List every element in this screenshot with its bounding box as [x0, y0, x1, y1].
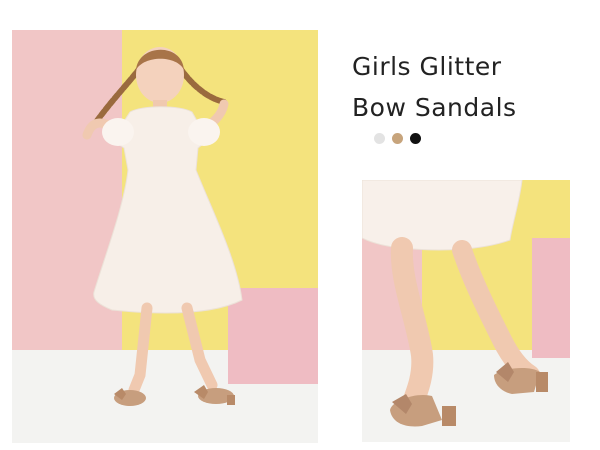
sandal-closeup-photo	[362, 180, 570, 442]
girl-full-length-photo	[12, 30, 318, 443]
title-line-1: Girls Glitter	[352, 52, 502, 81]
girl-figure	[82, 47, 243, 406]
legs-and-sandals	[362, 180, 548, 427]
swatch-black[interactable]	[410, 133, 421, 144]
product-title: Girls Glitter Bow Sandals	[352, 46, 592, 128]
swatch-champagne[interactable]	[392, 133, 403, 144]
swatch-silver[interactable]	[374, 133, 385, 144]
color-swatches	[374, 133, 421, 144]
title-line-2: Bow Sandals	[352, 93, 517, 122]
